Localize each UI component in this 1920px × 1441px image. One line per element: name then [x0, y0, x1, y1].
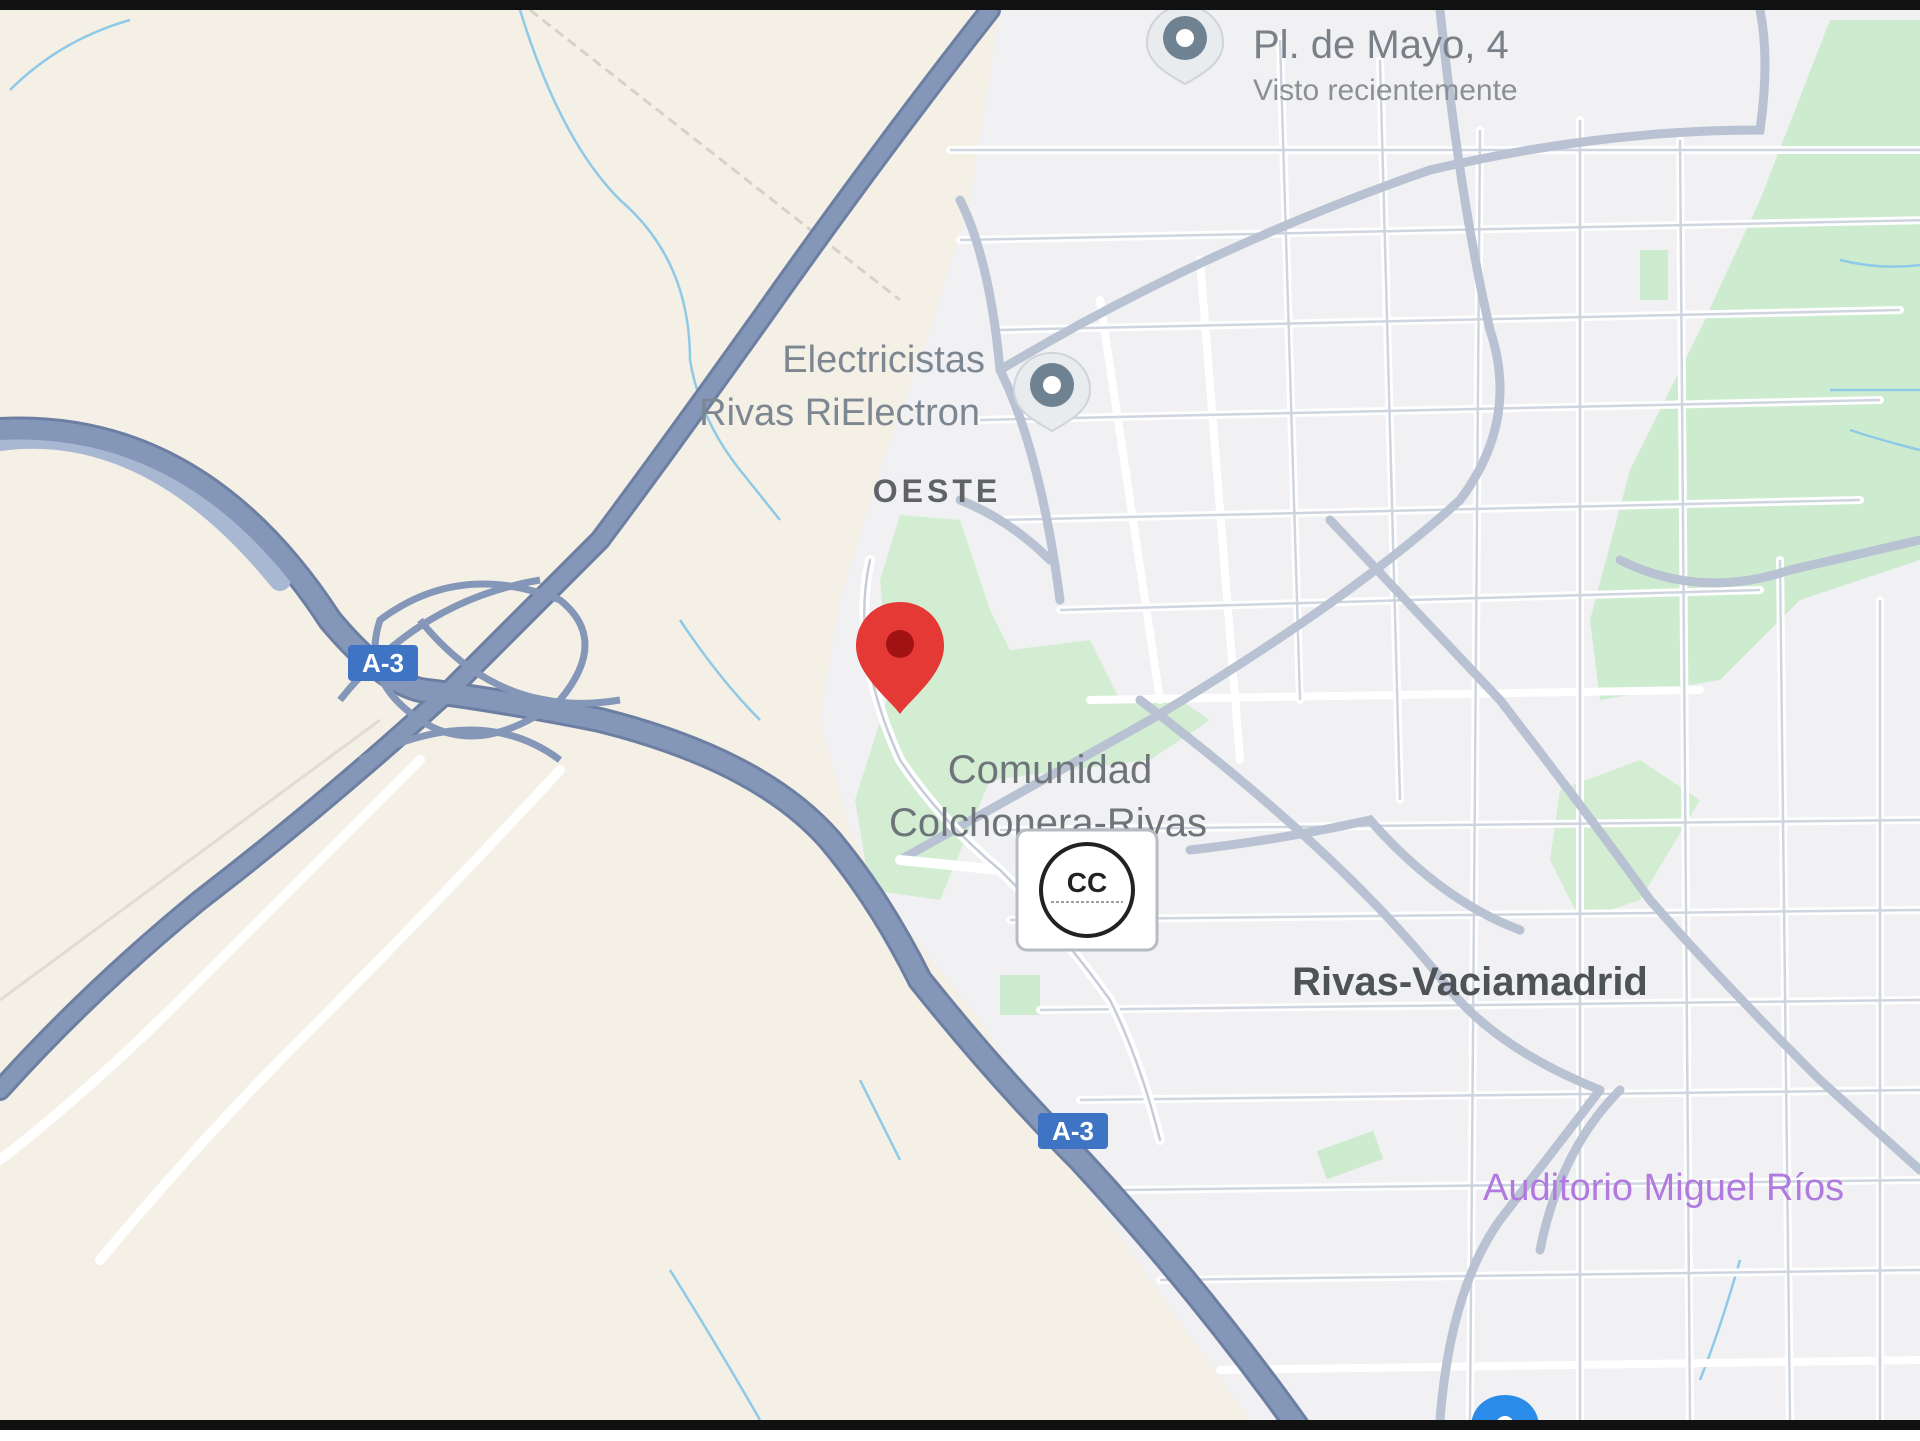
city-label: Rivas-Vaciamadrid — [1292, 960, 1648, 1004]
district-label: OESTE — [873, 473, 1001, 509]
place-label-recent[interactable]: Pl. de Mayo, 4 — [1253, 23, 1509, 67]
venue-logo-badge[interactable]: CC — [1015, 828, 1159, 952]
highway-shield-a3-west: A-3 — [348, 645, 418, 681]
highway-shield-a3-south: A-3 — [1038, 1113, 1108, 1149]
park-small-1 — [1640, 250, 1668, 300]
bottom-frame-border — [0, 1420, 1920, 1430]
map-view[interactable]: Pl. de Mayo, 4 Visto recientemente Elect… — [0, 0, 1920, 1441]
top-frame-border — [0, 0, 1920, 10]
place-subtitle-recent: Visto recientemente — [1253, 74, 1518, 107]
park-small-3 — [1000, 975, 1040, 1015]
place-label-business-line1[interactable]: Electricistas — [782, 339, 985, 381]
place-label-venue-line1[interactable]: Comunidad — [948, 748, 1153, 792]
svg-text:A-3: A-3 — [1052, 1116, 1094, 1146]
bottom-white-margin — [0, 1430, 1920, 1441]
svg-text:A-3: A-3 — [362, 648, 404, 678]
venue-logo-text: CC — [1067, 867, 1107, 898]
place-label-business-line2[interactable]: Rivas RiElectron — [699, 392, 980, 434]
place-label-auditorium[interactable]: Auditorio Miguel Ríos — [1483, 1167, 1844, 1209]
